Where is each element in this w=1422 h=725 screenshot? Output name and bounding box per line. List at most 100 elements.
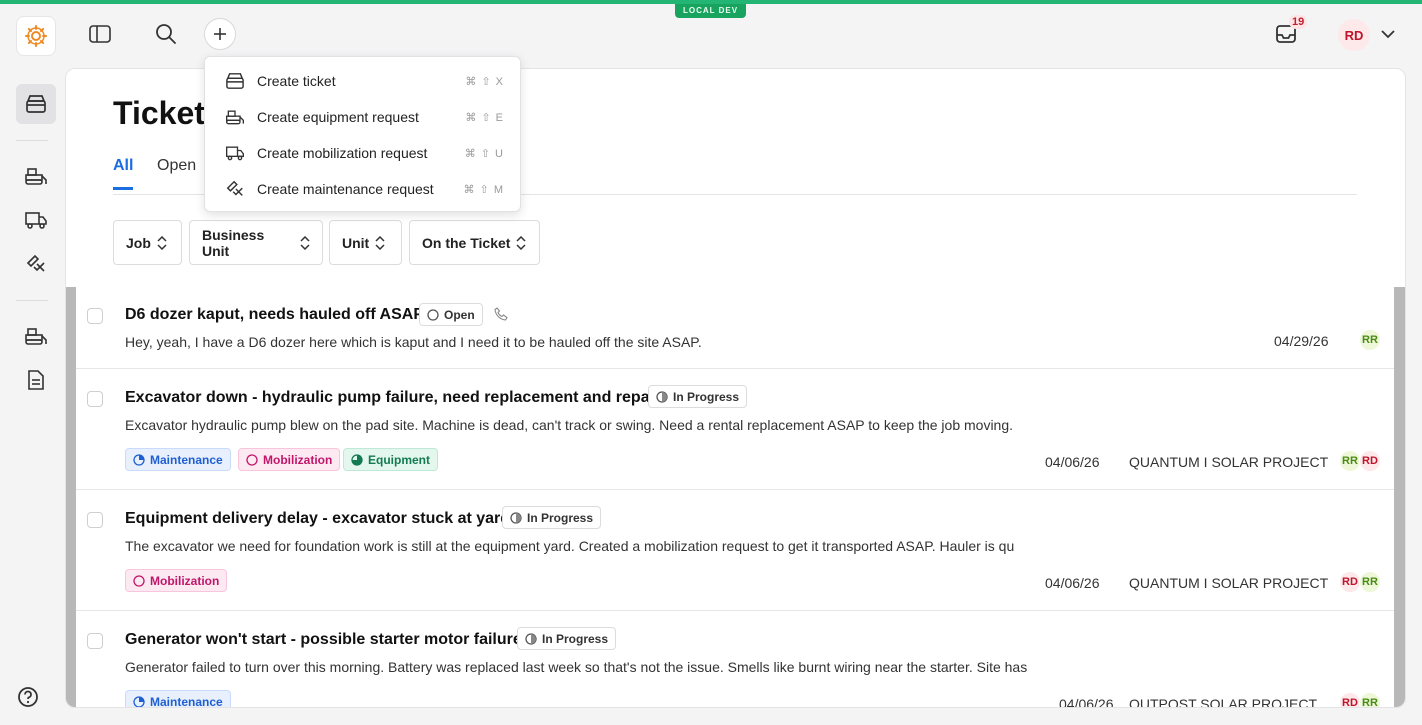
table-row[interactable]: Excavator down - hydraulic pump failure,… <box>76 369 1394 490</box>
menu-item-create-equipment-request[interactable]: Create equipment request ⌘ ⇧ E <box>205 99 522 135</box>
status-label: In Progress <box>527 510 594 525</box>
avatar: RD <box>1359 450 1381 472</box>
table-row[interactable]: Generator won't start - possible starter… <box>76 611 1394 708</box>
tag-mobilization-icon <box>246 453 258 466</box>
status-in-progress-icon <box>510 511 522 524</box>
menu-item-create-ticket[interactable]: Create ticket ⌘ ⇧ X <box>205 63 522 99</box>
tab-open[interactable]: Open <box>157 157 196 187</box>
menu-item-label: Create equipment request <box>257 109 419 125</box>
status-in-progress-icon <box>525 632 537 645</box>
chevron-down-icon[interactable] <box>1380 26 1396 42</box>
filter-job[interactable]: Job <box>113 220 182 265</box>
tag-maintenance-icon <box>133 695 145 707</box>
tag-maintenance: Maintenance <box>125 448 231 471</box>
sort-updown-icon <box>300 235 310 250</box>
tag-label: Equipment <box>368 452 430 467</box>
sidebar-item-fleet[interactable] <box>16 316 56 356</box>
phone-icon <box>494 307 508 321</box>
avatar: RD <box>1339 571 1361 593</box>
status-badge: Open <box>419 303 483 326</box>
bulldozer-icon <box>25 168 47 185</box>
sidebar-item-maintenance[interactable] <box>16 244 56 284</box>
tag-mobilization-icon <box>133 574 145 587</box>
ticket-title[interactable]: Excavator down - hydraulic pump failure,… <box>125 389 660 407</box>
sidebar-item-equipment[interactable] <box>16 156 56 196</box>
ticket-description: Hey, yeah, I have a D6 dozer here which … <box>125 334 702 350</box>
status-label: In Progress <box>673 389 740 404</box>
ticket-date: 04/06/26 <box>1045 575 1100 591</box>
row-checkbox[interactable] <box>87 512 103 528</box>
tag-maintenance: Maintenance <box>125 690 231 708</box>
ticket-description: Generator failed to turn over this morni… <box>125 659 1028 675</box>
user-avatar[interactable]: RD <box>1338 19 1370 51</box>
ticket-icon <box>26 95 46 113</box>
sidebar-divider <box>16 140 48 141</box>
ticket-date: 04/06/26 <box>1059 696 1114 708</box>
bulldozer-icon <box>225 107 245 127</box>
tag-mobilization: Mobilization <box>125 569 228 592</box>
ticket-title[interactable]: D6 dozer kaput, needs hauled off ASAP <box>125 306 424 324</box>
menu-item-label: Create mobilization request <box>257 145 428 161</box>
avatar: RR <box>1359 571 1381 593</box>
table-row[interactable]: Equipment delivery delay - excavator stu… <box>76 490 1394 611</box>
ticket-project: OUTPOST SOLAR PROJECT <box>1129 696 1317 708</box>
menu-item-create-mobilization-request[interactable]: Create mobilization request ⌘ ⇧ U <box>205 135 522 171</box>
sidebar-item-mobilization[interactable] <box>16 200 56 240</box>
table-row[interactable]: D6 dozer kaput, needs hauled off ASAP Op… <box>76 287 1394 369</box>
sidebar-divider <box>16 300 48 301</box>
sidebar-item-tickets[interactable] <box>16 84 56 124</box>
filter-on-the-ticket[interactable]: On the Ticket <box>409 220 540 265</box>
menu-item-label: Create ticket <box>257 73 336 89</box>
app-logo[interactable] <box>16 16 56 56</box>
tab-all[interactable]: All <box>113 157 134 190</box>
tag-label: Mobilization <box>150 573 220 588</box>
help-icon[interactable] <box>12 681 44 713</box>
row-checkbox[interactable] <box>87 391 103 407</box>
filter-label: On the Ticket <box>422 234 511 251</box>
menu-item-shortcut: ⌘ ⇧ E <box>465 111 504 124</box>
filter-label: Job <box>126 234 151 251</box>
ticket-description: Excavator hydraulic pump blew on the pad… <box>125 417 1014 433</box>
ticket-list: D6 dozer kaput, needs hauled off ASAP Op… <box>76 287 1394 708</box>
ticket-date: 04/06/26 <box>1045 454 1100 470</box>
ticket-title[interactable]: Generator won't start - possible starter… <box>125 631 522 649</box>
tag-label: Mobilization <box>263 452 333 467</box>
ticket-description: The excavator we need for foundation wor… <box>125 538 1015 554</box>
ticket-icon <box>225 71 245 91</box>
row-checkbox[interactable] <box>87 633 103 649</box>
avatar: RR <box>1339 450 1361 472</box>
menu-item-shortcut: ⌘ ⇧ M <box>463 183 504 196</box>
ticket-date: 04/29/26 <box>1274 333 1329 349</box>
avatar: RR <box>1359 692 1381 707</box>
filter-label: Unit <box>342 234 370 251</box>
tag-equipment: Equipment <box>343 448 438 471</box>
menu-item-shortcut: ⌘ ⇧ X <box>465 75 504 88</box>
tag-label: Maintenance <box>150 452 223 467</box>
sidebar-item-documents[interactable] <box>16 360 56 400</box>
row-checkbox[interactable] <box>87 308 103 324</box>
status-open-icon <box>427 308 439 321</box>
sort-updown-icon <box>157 235 167 250</box>
tag-equipment-icon <box>351 453 363 466</box>
search-icon[interactable] <box>150 18 182 50</box>
sort-updown-icon <box>375 235 385 250</box>
sidebar-toggle-icon[interactable] <box>84 18 116 50</box>
status-badge: In Progress <box>502 506 602 529</box>
menu-item-shortcut: ⌘ ⇧ U <box>464 147 504 160</box>
ticket-project: QUANTUM I SOLAR PROJECT <box>1129 454 1329 470</box>
menu-item-create-maintenance-request[interactable]: Create maintenance request ⌘ ⇧ M <box>205 171 522 207</box>
create-plus-button[interactable] <box>204 18 236 50</box>
sort-updown-icon <box>516 235 526 250</box>
filter-label: Business Unit <box>202 226 265 259</box>
tag-label: Maintenance <box>150 694 223 708</box>
status-label: Open <box>444 307 475 322</box>
truck-icon <box>225 143 245 163</box>
create-menu: Create ticket ⌘ ⇧ X Create equipment req… <box>204 56 521 212</box>
filter-business-unit[interactable]: Business Unit <box>189 220 323 265</box>
avatar: RR <box>1359 329 1381 351</box>
plus-icon <box>214 28 226 40</box>
status-badge: In Progress <box>648 385 748 408</box>
ticket-list-frame: D6 dozer kaput, needs hauled off ASAP Op… <box>66 287 1405 708</box>
filter-unit[interactable]: Unit <box>329 220 402 265</box>
ticket-title[interactable]: Equipment delivery delay - excavator stu… <box>125 510 510 528</box>
